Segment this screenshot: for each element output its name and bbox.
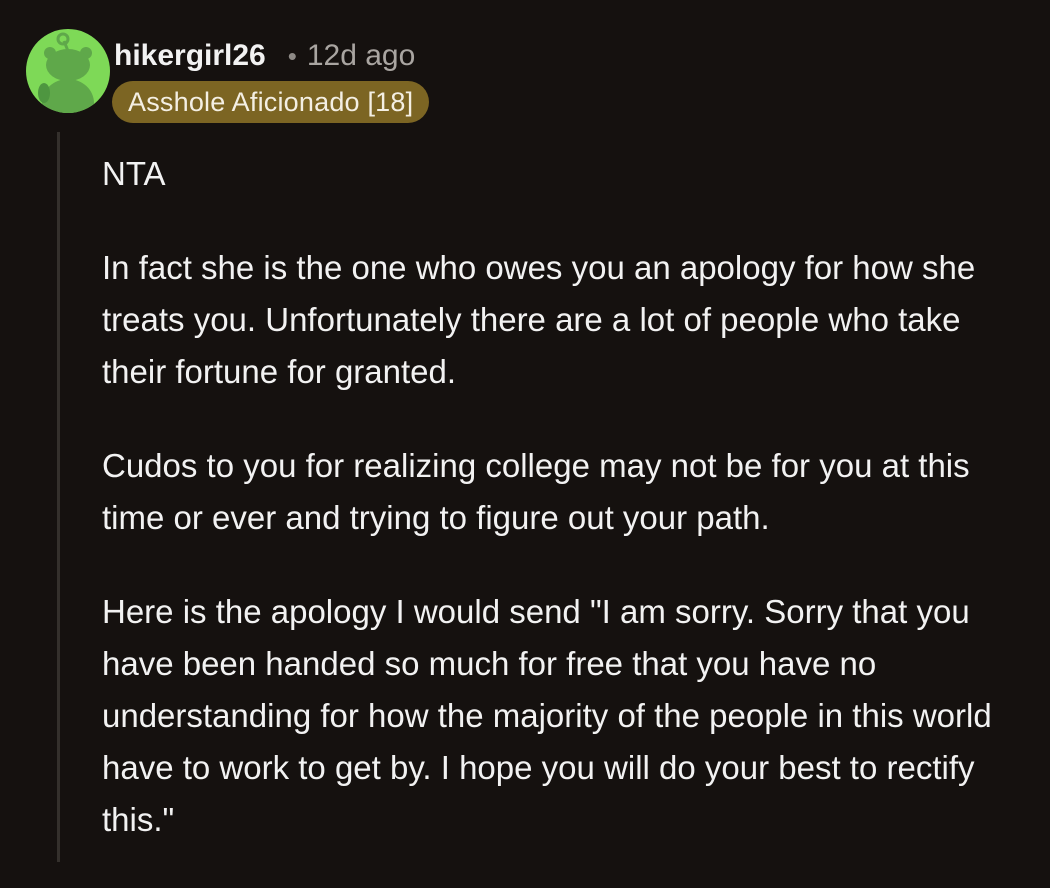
comment-paragraph: Cudos to you for realizing college may n… [102,447,970,536]
username-link[interactable]: hikergirl26 [114,39,266,73]
comment-header: hikergirl26 • 12d ago [114,34,415,78]
comment-paragraph: NTA [102,155,166,192]
separator-dot: • [287,40,297,71]
user-avatar-icon[interactable] [26,29,110,113]
comment-paragraph: Here is the apology I would send "I am s… [102,593,992,838]
comment-timestamp[interactable]: 12d ago [307,39,415,73]
comment-paragraph: In fact she is the one who owes you an a… [102,249,976,390]
user-flair-badge: Asshole Aficionado [18] [112,81,430,123]
thread-collapse-line[interactable] [57,132,60,862]
comment: hikergirl26 • 12d ago Asshole Aficionado… [0,0,1050,862]
comment-body: NTA In fact she is the one who owes you … [102,148,1032,888]
